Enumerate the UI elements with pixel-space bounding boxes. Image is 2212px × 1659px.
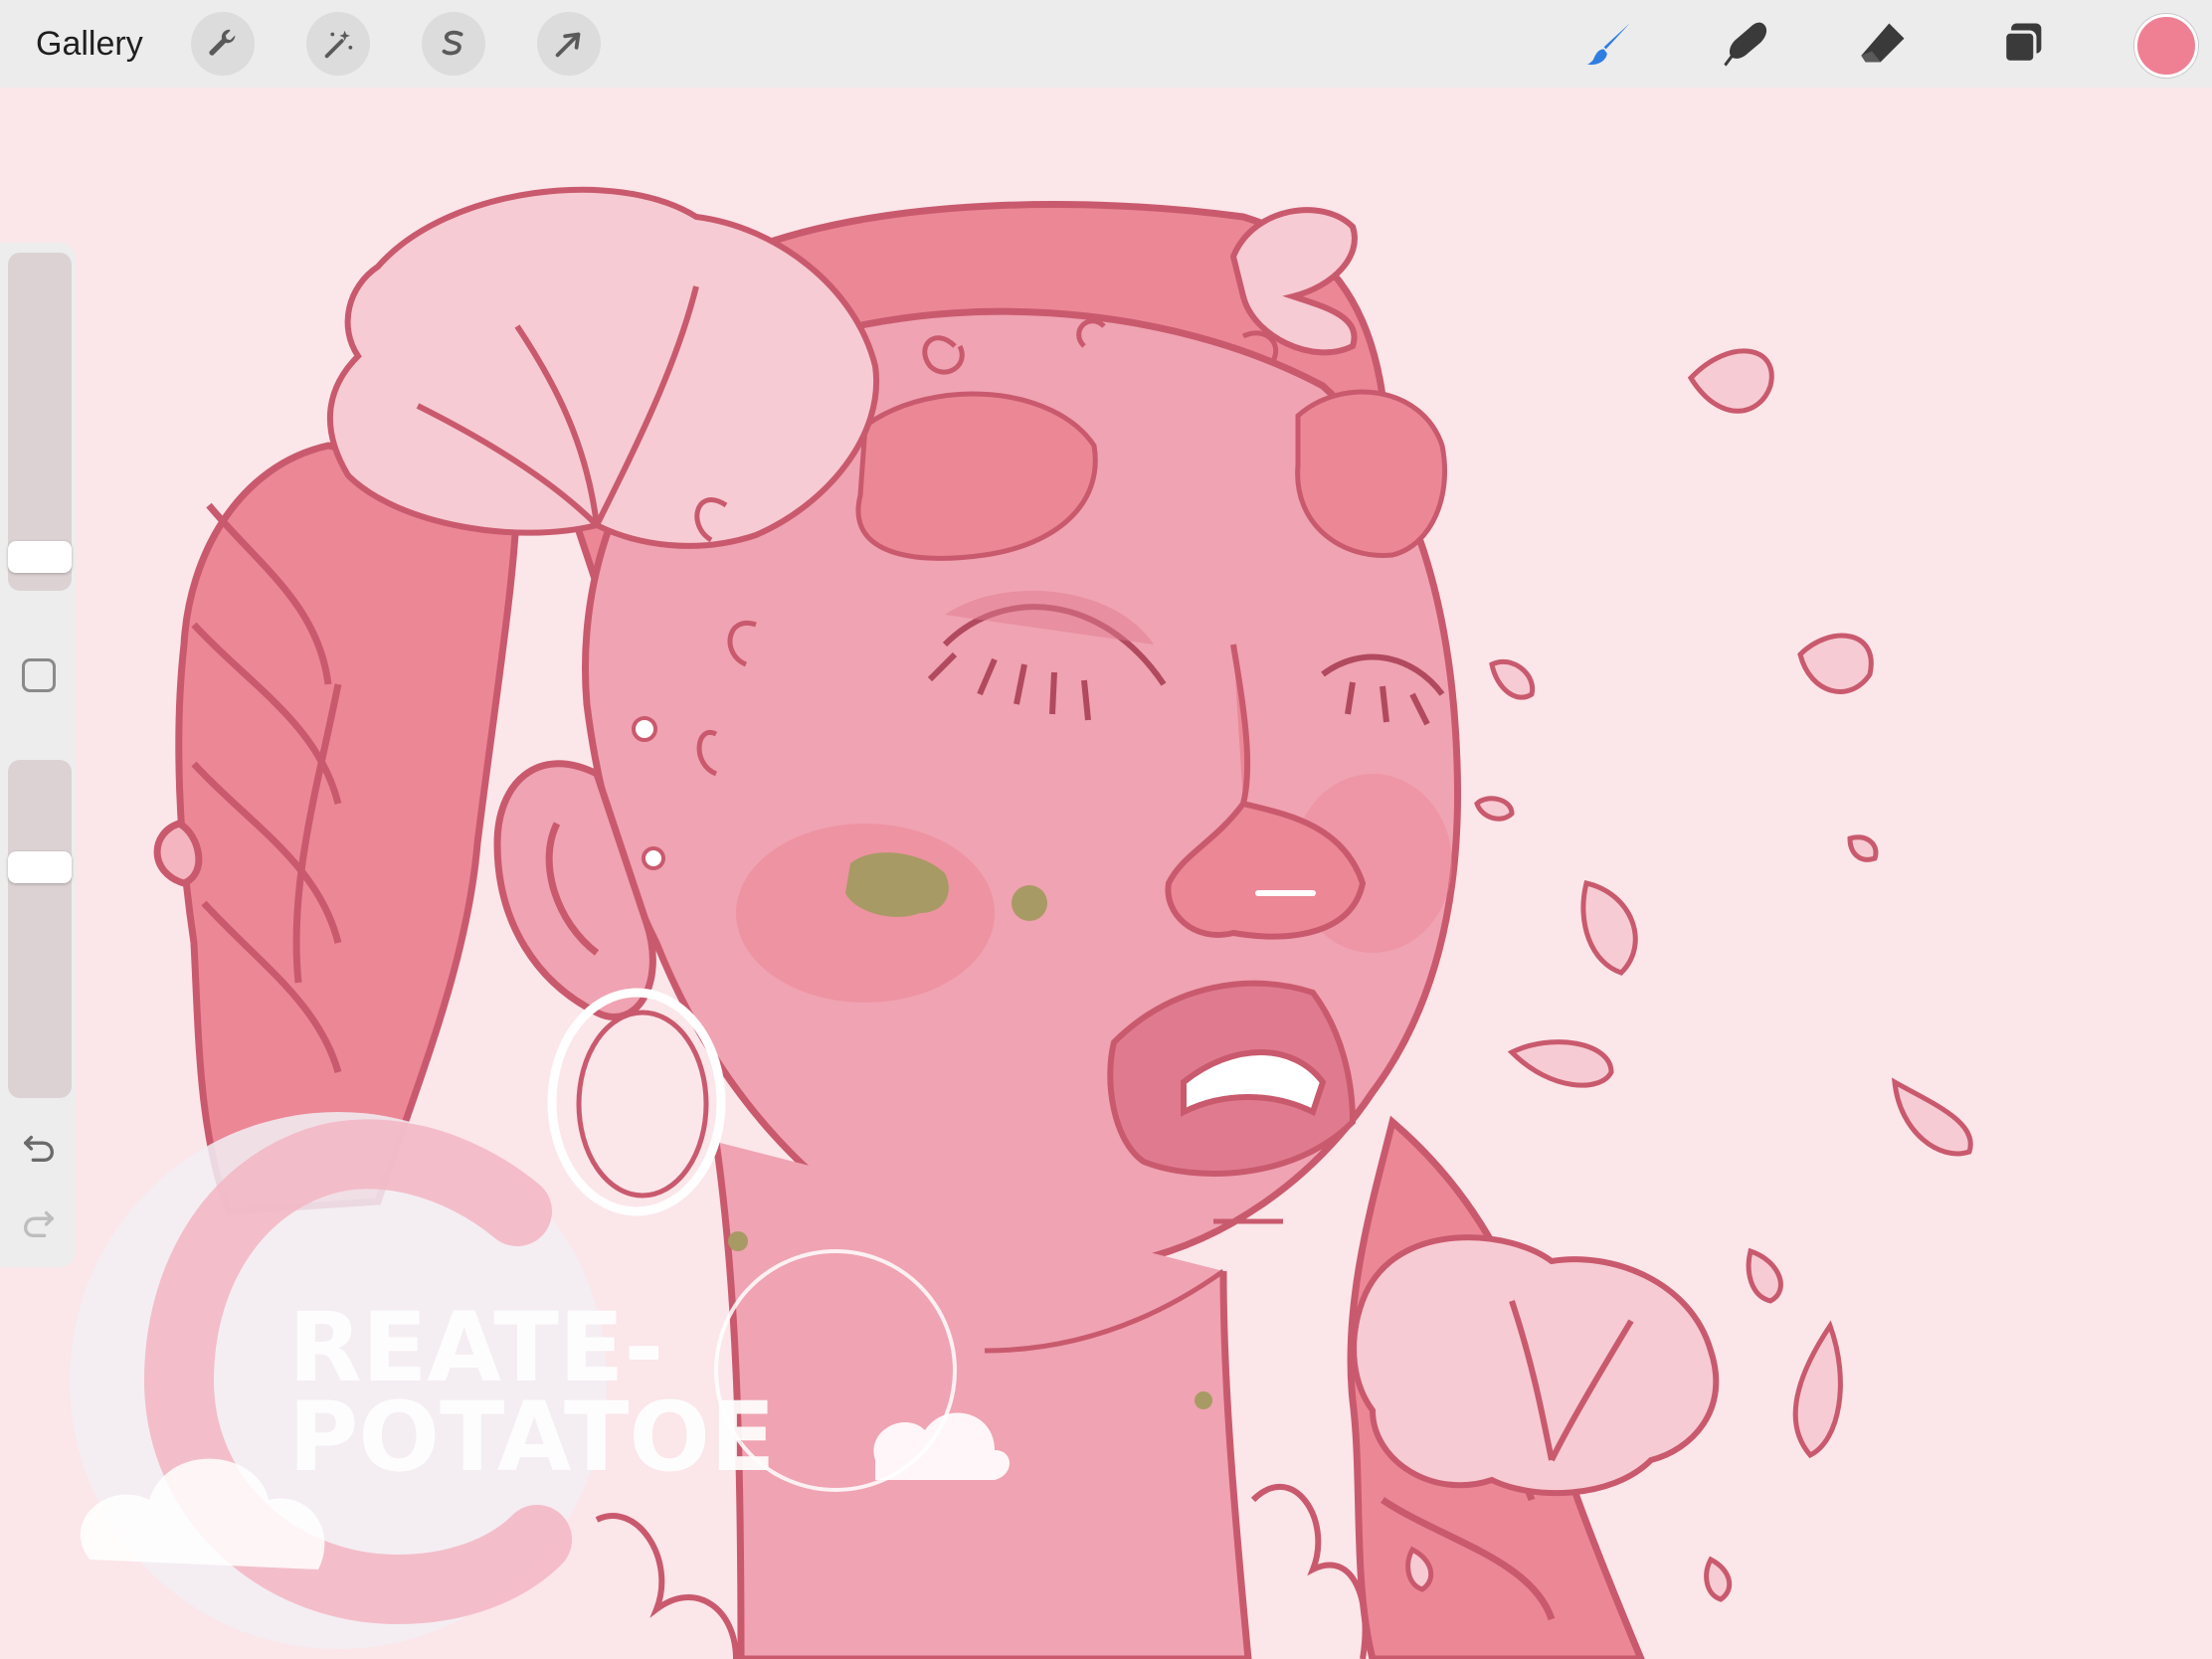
arrow-cursor-icon — [555, 32, 581, 58]
left-sidebar — [0, 243, 76, 1267]
smudge-finger-icon — [1724, 22, 1767, 67]
layers-icon — [2003, 23, 2042, 64]
procreate-app: Gallery REATE- POTATOE — [0, 0, 2212, 1659]
color-picker-swatch[interactable] — [2134, 14, 2198, 78]
undo-icon[interactable] — [20, 1128, 58, 1166]
top-toolbar: Gallery — [0, 0, 2212, 88]
watermark-line2: POTATOE — [288, 1382, 776, 1493]
modify-button[interactable] — [22, 658, 56, 692]
transform-button[interactable] — [537, 12, 601, 76]
magic-wand-icon — [324, 30, 353, 59]
wrench-icon — [209, 29, 236, 56]
eraser-icon — [1861, 23, 1905, 63]
left-blush — [736, 824, 995, 1003]
redo-icon[interactable] — [20, 1203, 58, 1241]
smudge-tool-button[interactable] — [1713, 10, 1780, 78]
layers-button[interactable] — [1989, 10, 2057, 78]
adjustments-button[interactable] — [306, 12, 370, 76]
actions-button[interactable] — [191, 12, 255, 76]
brush-tool-button[interactable] — [1575, 10, 1643, 78]
right-eyebrow — [1295, 389, 1448, 558]
brush-size-slider[interactable] — [8, 253, 72, 591]
selection-button[interactable] — [422, 12, 485, 76]
brush-opacity-slider[interactable] — [8, 760, 72, 1098]
brush-size-thumb[interactable] — [8, 541, 72, 573]
brush-icon — [1586, 23, 1630, 66]
artwork: REATE- POTATOE — [0, 88, 2212, 1659]
drawing-canvas[interactable]: REATE- POTATOE — [0, 88, 2212, 1659]
brush-opacity-thumb[interactable] — [8, 851, 72, 883]
selection-s-icon — [442, 30, 463, 56]
gallery-button[interactable]: Gallery — [36, 22, 143, 66]
eraser-tool-button[interactable] — [1850, 10, 1918, 78]
